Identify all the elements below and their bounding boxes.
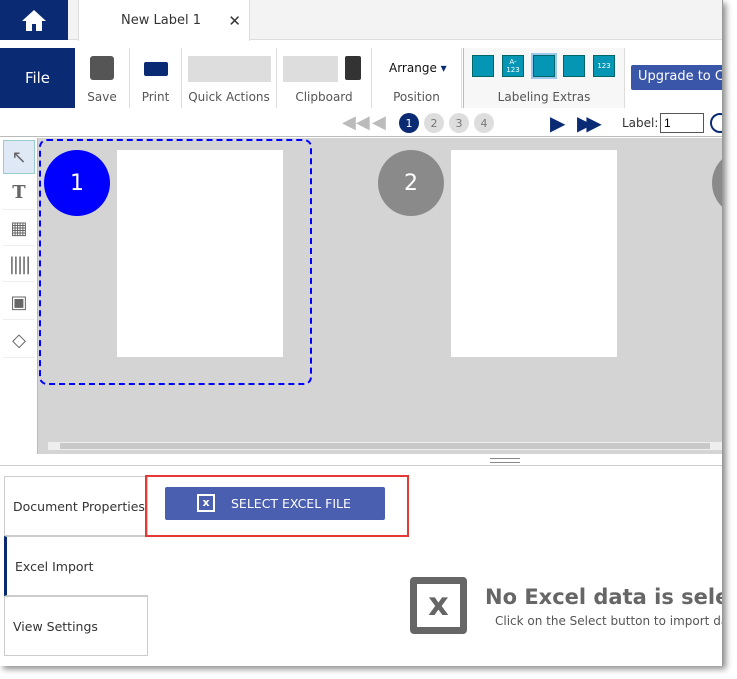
tab-title: New Label 1 <box>121 13 201 28</box>
add-label-icon[interactable] <box>710 113 722 133</box>
splitter-handle[interactable] <box>490 458 520 463</box>
database-icon[interactable] <box>472 55 494 77</box>
page-4[interactable]: 4 <box>474 113 494 133</box>
shape-tool-icon[interactable]: ◇ <box>3 324 35 358</box>
tab-new-label-1[interactable]: New Label 1 ✕ <box>78 0 250 41</box>
excel-import-icon[interactable] <box>531 53 557 79</box>
arrange-dropdown[interactable]: Arrange ▾ <box>389 61 447 75</box>
empty-state-hint: Click on the Select button to import dat… <box>495 614 723 628</box>
date-time-tool-icon[interactable]: ▦ <box>3 212 35 246</box>
tab-excel-import[interactable]: Excel Import <box>4 536 148 596</box>
tab-document-properties[interactable]: Document Properties <box>4 476 148 536</box>
clipboard-group: Clipboard <box>277 48 372 108</box>
page-3[interactable]: 3 <box>449 113 469 133</box>
page-navigation: ◀◀ ◀ 1 2 3 4 ▶ ▶▶ Label: <box>0 110 722 137</box>
image-tool-icon[interactable]: ▣ <box>3 286 35 320</box>
barcode-serial-icon[interactable] <box>563 55 585 77</box>
page-2[interactable]: 2 <box>424 113 444 133</box>
label-number-input[interactable] <box>660 113 704 133</box>
text-tool-icon[interactable]: T <box>3 176 35 210</box>
quick-actions-label: Quick Actions <box>188 90 270 104</box>
page-1[interactable]: 1 <box>399 113 419 133</box>
label-2[interactable] <box>451 150 617 357</box>
app-window: New Label 1 ✕ File Save Print Quick Actio… <box>0 0 723 666</box>
label-1-badge: 1 <box>44 150 110 216</box>
select-excel-file-button[interactable]: x SELECT EXCEL FILE <box>165 487 385 520</box>
label-caption: Label: <box>622 116 659 130</box>
empty-state-title: No Excel data is selected <box>485 585 722 609</box>
tool-palette: ↖ T ▦ ||||| ▣ ◇ <box>0 138 38 454</box>
clipboard-label: Clipboard <box>295 90 353 104</box>
chevron-down-icon: ▾ <box>440 61 447 75</box>
position-group: Arrange ▾ Position <box>372 48 462 108</box>
home-button[interactable] <box>0 0 68 40</box>
barcode-tool-icon[interactable]: ||||| <box>3 248 35 282</box>
file-button[interactable]: File <box>0 48 75 108</box>
paste-icon[interactable] <box>345 56 361 80</box>
labeling-extras-label: Labeling Extras <box>497 90 591 104</box>
save-button[interactable]: Save <box>75 48 130 108</box>
no-excel-icon: x <box>410 577 467 634</box>
prev-page-icon[interactable]: ◀ <box>372 112 386 133</box>
upgrade-button[interactable]: Upgrade to Custom <box>631 65 722 90</box>
position-label: Position <box>393 90 440 104</box>
print-label: Print <box>141 90 170 104</box>
select-button-label: SELECT EXCEL FILE <box>231 496 351 511</box>
a-123-icon[interactable]: A-123 <box>502 55 524 77</box>
save-icon <box>90 56 114 80</box>
label-canvas: 1 2 <box>38 138 722 454</box>
next-page-icon[interactable]: ▶ <box>550 111 565 135</box>
numbering-123-icon[interactable]: 123 <box>593 55 615 77</box>
horizontal-scrollbar[interactable] <box>48 442 722 450</box>
bottom-panel: Document Properties Excel Import View Se… <box>0 465 723 666</box>
close-tab-icon[interactable]: ✕ <box>228 12 241 30</box>
save-label: Save <box>87 90 117 104</box>
first-page-icon[interactable]: ◀◀ <box>342 112 370 133</box>
home-icon <box>22 10 46 31</box>
label-2-badge: 2 <box>378 150 444 216</box>
arrange-label: Arrange <box>389 61 437 75</box>
labeling-extras-group: A-123 123 Labeling Extras <box>463 48 625 108</box>
print-button[interactable]: Print <box>130 48 182 108</box>
excel-file-icon: x <box>197 494 215 512</box>
tab-view-settings[interactable]: View Settings <box>4 596 148 656</box>
select-tool-icon[interactable]: ↖ <box>3 140 35 174</box>
print-icon <box>144 62 168 76</box>
quick-actions-group: Quick Actions <box>182 48 277 108</box>
label-1[interactable] <box>117 150 283 357</box>
last-page-icon[interactable]: ▶▶ <box>577 111 602 135</box>
label-3-badge <box>712 150 722 216</box>
cut-copy-icons[interactable] <box>283 56 338 82</box>
delete-undo-redo-icons[interactable] <box>188 56 271 82</box>
